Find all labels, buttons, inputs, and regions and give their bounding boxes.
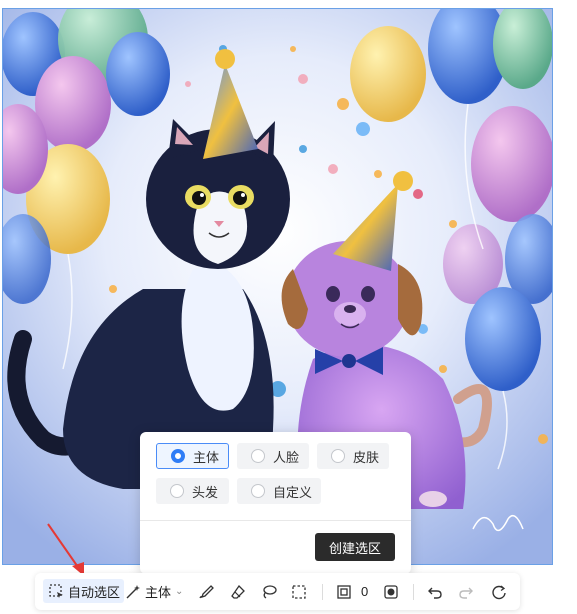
radio-hair[interactable] [170, 484, 184, 498]
subject-mode-dropdown[interactable]: 主体 ⌄ [124, 573, 183, 610]
magic-wand-icon [124, 583, 142, 601]
option-custom[interactable]: 自定义 [237, 478, 321, 504]
invert-selection-tool[interactable] [382, 573, 400, 610]
feather-value: 0 [361, 584, 369, 599]
toolbar-separator [322, 584, 323, 600]
dashed-select-icon [47, 582, 65, 600]
redo-icon [457, 583, 475, 601]
feather-icon [335, 583, 353, 601]
brush-icon [197, 583, 215, 601]
annotation-arrow [47, 523, 84, 576]
brush-tool[interactable] [197, 573, 215, 610]
option-hair-label: 头发 [192, 484, 219, 500]
option-face[interactable]: 人脸 [237, 443, 309, 469]
feather-control[interactable]: 0 [335, 573, 368, 610]
auto-select-popup: 主体 人脸 皮肤 头发 自定义 创建选区 [140, 432, 411, 574]
rect-select-icon [290, 583, 308, 601]
option-face-label: 人脸 [273, 449, 300, 465]
eraser-icon [229, 583, 247, 601]
subject-mode-label: 主体 [145, 585, 172, 600]
rect-select-tool[interactable] [290, 573, 308, 610]
redo-button[interactable] [457, 573, 475, 610]
lasso-icon [260, 583, 278, 601]
auto-select-label: 自动选区 [68, 584, 121, 600]
option-skin-label: 皮肤 [353, 449, 380, 465]
auto-select-tool[interactable]: 自动选区 [43, 579, 125, 603]
reset-button[interactable] [490, 573, 508, 610]
radio-subject[interactable] [171, 449, 185, 463]
chevron-down-icon: ⌄ [175, 586, 184, 597]
radio-face[interactable] [251, 449, 265, 463]
popup-divider [140, 520, 411, 521]
bottom-toolbar: 自动选区 主体 ⌄ 0 [35, 573, 520, 610]
radio-custom[interactable] [251, 484, 265, 498]
invert-icon [382, 583, 400, 601]
eraser-tool[interactable] [229, 573, 247, 610]
create-selection-button[interactable]: 创建选区 [315, 533, 395, 561]
option-subject[interactable]: 主体 [156, 443, 229, 469]
top-title-strip [0, 0, 160, 6]
option-subject-label: 主体 [193, 449, 220, 465]
lasso-tool[interactable] [260, 573, 278, 610]
undo-icon [426, 583, 444, 601]
toolbar-separator [413, 584, 414, 600]
radio-skin[interactable] [331, 449, 345, 463]
reset-icon [490, 583, 508, 601]
option-hair[interactable]: 头发 [156, 478, 229, 504]
undo-button[interactable] [426, 573, 444, 610]
option-skin[interactable]: 皮肤 [317, 443, 389, 469]
option-custom-label: 自定义 [273, 484, 313, 500]
